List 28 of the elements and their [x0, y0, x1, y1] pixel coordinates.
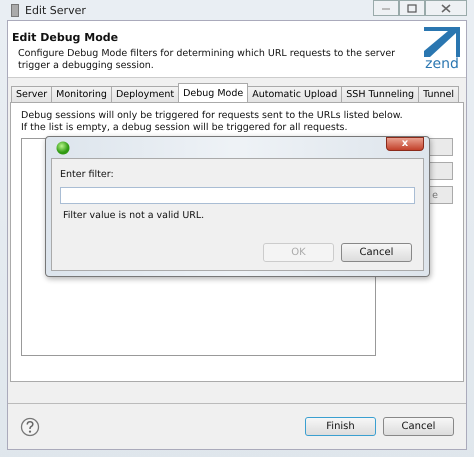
- window-title: Edit Server: [25, 4, 86, 16]
- close-icon: [441, 4, 451, 12]
- minimize-icon: [381, 5, 391, 11]
- maximize-button[interactable]: [399, 0, 425, 16]
- dialog-button[interactable]: Cancel: [341, 243, 412, 262]
- logo-text: zend: [425, 57, 459, 71]
- tab[interactable]: Monitoring: [51, 86, 112, 102]
- error-message: Filter value is not a valid URL.: [63, 210, 206, 222]
- maximize-icon: [407, 4, 417, 12]
- tab[interactable]: Tunnel: [418, 86, 460, 102]
- tab[interactable]: Deployment: [110, 86, 180, 102]
- dialog-button[interactable]: Finish: [305, 417, 376, 436]
- tab[interactable]: Automatic Upload: [247, 86, 342, 102]
- tab[interactable]: SSH Tunneling: [341, 86, 420, 102]
- tab[interactable]: Server: [11, 86, 52, 102]
- info-text: If the list is empty, a debug session will be triggered for all requests.: [21, 122, 349, 134]
- logo-icon: [422, 27, 462, 57]
- info-text: Debug sessions will only be triggered for requests sent to the URLs listed below.: [21, 110, 404, 122]
- page-description: Configure Debug Mode filters for determining which URL requests to the server trigger a debugging session.: [18, 48, 396, 72]
- page-title: Edit Debug Mode: [12, 31, 120, 44]
- help-icon[interactable]: [20, 416, 40, 436]
- close-button[interactable]: [425, 0, 467, 16]
- tab[interactable]: Debug Mode: [178, 83, 248, 102]
- orb-icon: [56, 140, 70, 154]
- dialog-button[interactable]: Cancel: [383, 417, 454, 436]
- window-icon: [11, 4, 19, 16]
- filter-input[interactable]: [60, 187, 415, 204]
- field-label: Enter filter:: [60, 169, 115, 181]
